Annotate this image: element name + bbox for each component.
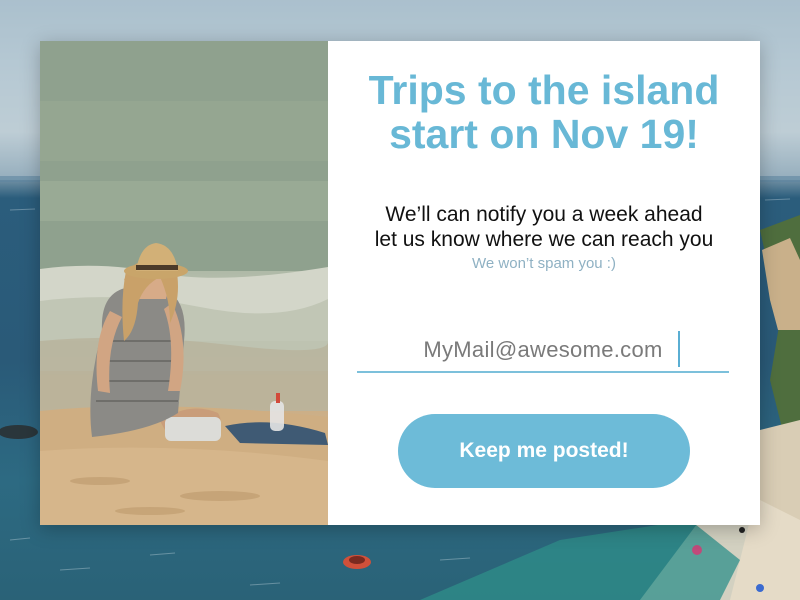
email-input[interactable] xyxy=(357,331,729,369)
email-field-wrapper xyxy=(357,331,729,373)
headline: Trips to the island start on Nov 19! xyxy=(328,68,760,156)
text-cursor xyxy=(678,331,680,367)
woman-on-beach-image xyxy=(40,41,328,525)
beach-photo xyxy=(40,41,328,525)
notify-line-1: We’ll can notify you a week ahead xyxy=(385,203,703,226)
notify-line-2: let us know where we can reach you xyxy=(374,228,714,251)
keep-me-posted-button[interactable]: Keep me posted! xyxy=(398,414,690,488)
no-spam-note: We won’t spam you :) xyxy=(472,255,616,272)
signup-content: Trips to the island start on Nov 19! We’… xyxy=(328,41,760,525)
headline-line-1: Trips to the island xyxy=(368,67,720,113)
boat-icon xyxy=(343,555,371,569)
notify-description: We’ll can notify you a week ahead let us… xyxy=(328,202,760,252)
headline-line-2: start on Nov 19! xyxy=(389,111,699,157)
signup-modal: Trips to the island start on Nov 19! We’… xyxy=(40,41,760,525)
